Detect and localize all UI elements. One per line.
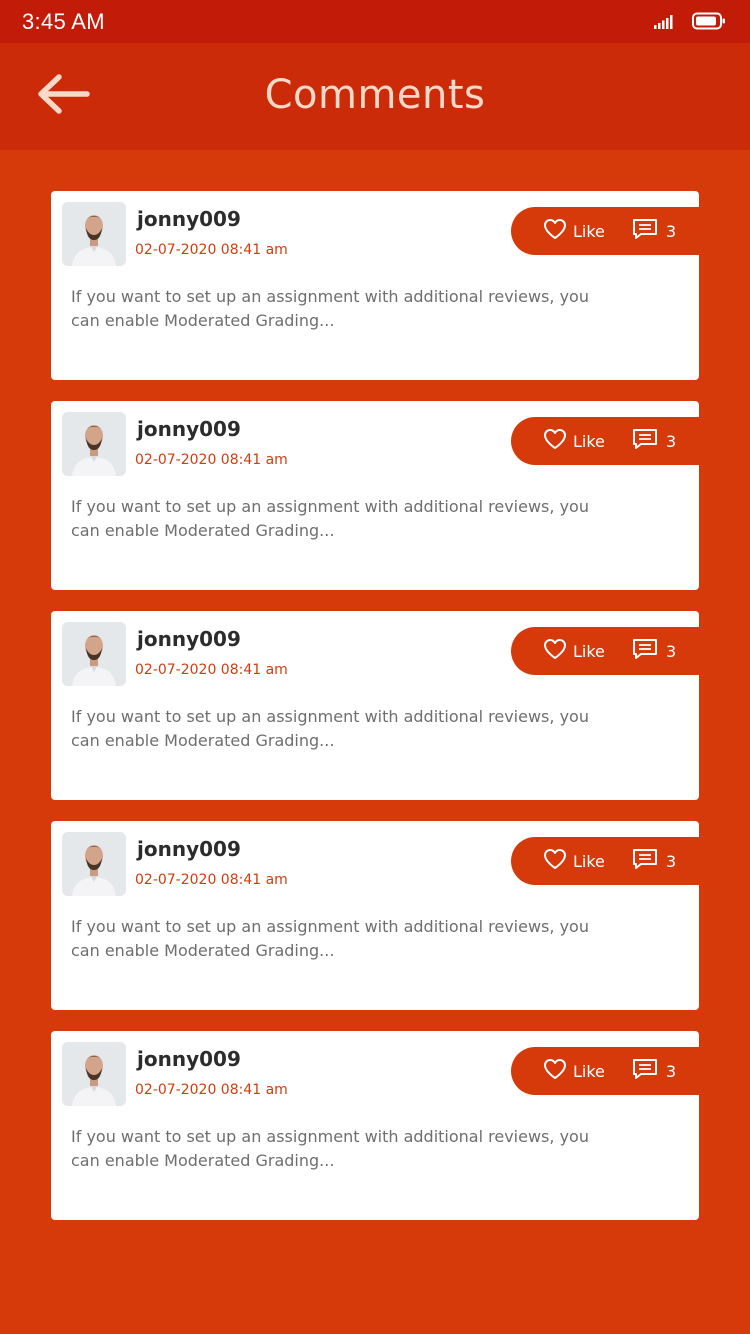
like-button[interactable]: Like bbox=[543, 417, 605, 465]
comment-list: jonny009 02-07-2020 08:41 am If you want… bbox=[51, 191, 699, 1241]
status-time: 3:45 AM bbox=[22, 9, 105, 34]
comment-actions: Like 3 bbox=[511, 1047, 699, 1095]
comment-count: 3 bbox=[666, 851, 677, 871]
comment-icon bbox=[632, 637, 658, 665]
comment-timestamp: 02-07-2020 08:41 am bbox=[135, 872, 288, 888]
comment-card[interactable]: jonny009 02-07-2020 08:41 am If you want… bbox=[51, 401, 699, 590]
like-button[interactable]: Like bbox=[543, 837, 605, 885]
comment-timestamp: 02-07-2020 08:41 am bbox=[135, 452, 288, 468]
avatar bbox=[62, 202, 126, 266]
like-button[interactable]: Like bbox=[543, 627, 605, 675]
avatar bbox=[62, 622, 126, 686]
comment-timestamp: 02-07-2020 08:41 am bbox=[135, 1082, 288, 1098]
comment-text: If you want to set up an assignment with… bbox=[71, 917, 589, 960]
comment-actions: Like 3 bbox=[511, 207, 699, 255]
like-button[interactable]: Like bbox=[543, 1047, 605, 1095]
avatar bbox=[62, 412, 126, 476]
heart-icon bbox=[543, 1058, 567, 1084]
comment-count: 3 bbox=[666, 221, 677, 241]
app-header: Comments bbox=[0, 43, 750, 150]
comment-text: If you want to set up an assignment with… bbox=[71, 707, 589, 750]
comment-count: 3 bbox=[666, 1061, 677, 1081]
comment-text: If you want to set up an assignment with… bbox=[71, 287, 589, 330]
heart-icon bbox=[543, 638, 567, 664]
comment-actions: Like 3 bbox=[511, 627, 699, 675]
comment-username: jonny009 bbox=[137, 627, 241, 651]
comment-text: If you want to set up an assignment with… bbox=[71, 497, 589, 540]
comment-card[interactable]: jonny009 02-07-2020 08:41 am If you want… bbox=[51, 611, 699, 800]
like-label: Like bbox=[573, 1061, 605, 1081]
arrow-left-icon bbox=[36, 74, 92, 118]
comment-count: 3 bbox=[666, 431, 677, 451]
like-label: Like bbox=[573, 431, 605, 451]
comment-actions: Like 3 bbox=[511, 837, 699, 885]
comment-count-button[interactable]: 3 bbox=[632, 417, 676, 465]
comment-username: jonny009 bbox=[137, 1047, 241, 1071]
comment-icon bbox=[632, 217, 658, 245]
like-label: Like bbox=[573, 221, 605, 241]
like-button[interactable]: Like bbox=[543, 207, 605, 255]
avatar bbox=[62, 1042, 126, 1106]
comment-timestamp: 02-07-2020 08:41 am bbox=[135, 662, 288, 678]
battery-icon bbox=[692, 12, 726, 34]
avatar bbox=[62, 832, 126, 896]
status-icons bbox=[654, 12, 726, 34]
comment-actions: Like 3 bbox=[511, 417, 699, 465]
back-button[interactable] bbox=[30, 69, 98, 123]
comment-icon bbox=[632, 1057, 658, 1085]
comment-card[interactable]: jonny009 02-07-2020 08:41 am If you want… bbox=[51, 1031, 699, 1220]
comment-username: jonny009 bbox=[137, 837, 241, 861]
comment-username: jonny009 bbox=[137, 417, 241, 441]
page-title: Comments bbox=[264, 72, 486, 118]
heart-icon bbox=[543, 428, 567, 454]
comment-card[interactable]: jonny009 02-07-2020 08:41 am If you want… bbox=[51, 821, 699, 1010]
comment-text: If you want to set up an assignment with… bbox=[71, 1127, 589, 1170]
like-label: Like bbox=[573, 851, 605, 871]
comment-count-button[interactable]: 3 bbox=[632, 1047, 676, 1095]
comment-count: 3 bbox=[666, 641, 677, 661]
signal-icon bbox=[654, 14, 674, 33]
comment-username: jonny009 bbox=[137, 207, 241, 231]
comment-card[interactable]: jonny009 02-07-2020 08:41 am If you want… bbox=[51, 191, 699, 380]
comment-count-button[interactable]: 3 bbox=[632, 837, 676, 885]
status-bar: 3:45 AM bbox=[0, 0, 750, 43]
comment-count-button[interactable]: 3 bbox=[632, 207, 676, 255]
comment-timestamp: 02-07-2020 08:41 am bbox=[135, 242, 288, 258]
comment-count-button[interactable]: 3 bbox=[632, 627, 676, 675]
comment-icon bbox=[632, 847, 658, 875]
heart-icon bbox=[543, 848, 567, 874]
heart-icon bbox=[543, 218, 567, 244]
comment-icon bbox=[632, 427, 658, 455]
like-label: Like bbox=[573, 641, 605, 661]
